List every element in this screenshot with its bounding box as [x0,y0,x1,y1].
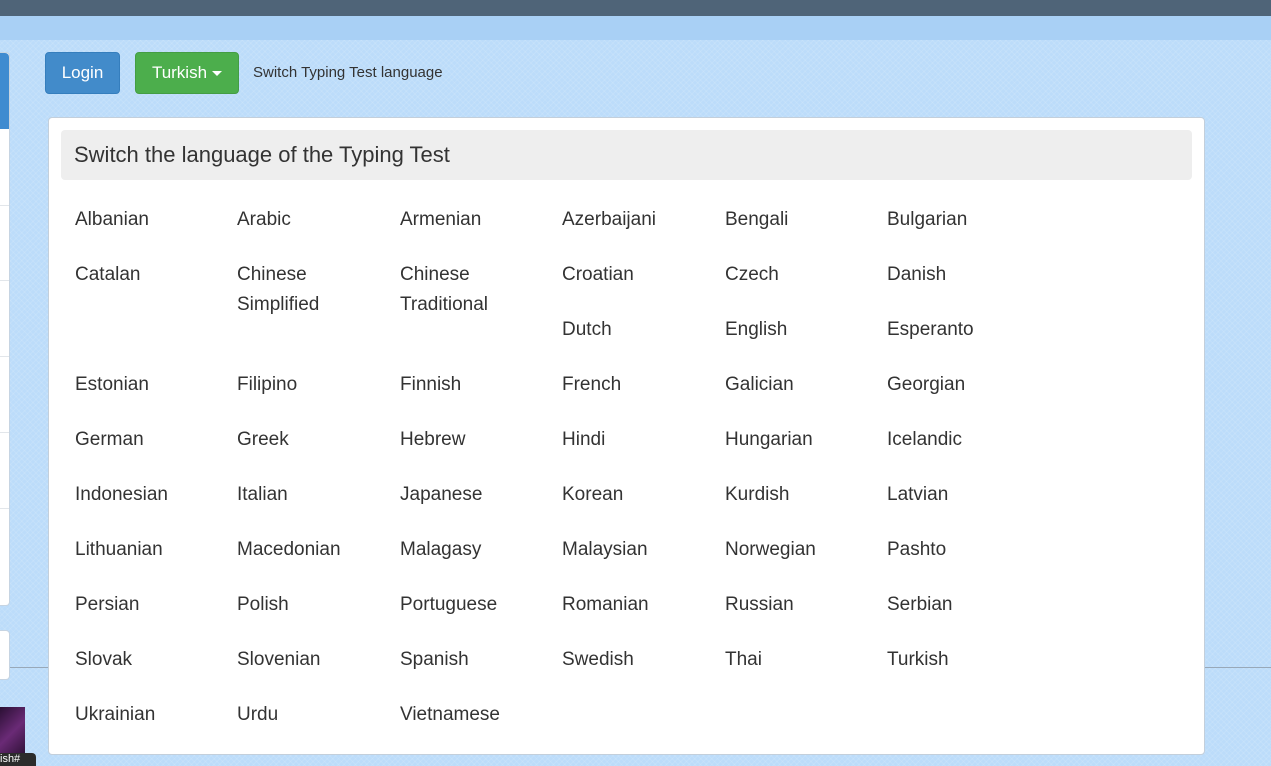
caret-down-icon [212,71,223,77]
language-link[interactable]: Macedonian [237,535,341,565]
language-link[interactable]: Galician [725,370,794,400]
language-link[interactable]: Malagasy [400,535,481,565]
language-link[interactable]: Norwegian [725,535,816,565]
top-bar [0,0,1271,16]
language-button-label: Turkish [151,63,208,82]
language-link[interactable]: Chinese Simplified [237,260,357,320]
language-link[interactable]: Slovenian [237,645,320,675]
language-link[interactable]: Italian [237,480,288,510]
language-link[interactable]: Urdu [237,700,278,730]
language-link[interactable]: Malaysian [562,535,648,565]
language-link[interactable]: German [75,425,144,455]
language-link[interactable]: Hungarian [725,425,813,455]
language-link[interactable]: Filipino [237,370,297,400]
avatar-tooltip: ish# [0,753,36,766]
language-link[interactable]: Georgian [887,370,965,400]
language-hint: Switch Typing Test language [253,64,443,81]
language-link[interactable]: Kurdish [725,480,789,510]
panel-title: Switch the language of the Typing Test [74,142,450,167]
side-menu-active-item[interactable] [0,53,9,129]
language-link[interactable]: Bengali [725,205,788,235]
language-link[interactable]: Azerbaijani [562,205,656,235]
language-link[interactable]: Korean [562,480,623,510]
language-link[interactable]: Turkish [887,645,949,675]
top-strip [0,16,1271,40]
language-link[interactable]: Serbian [887,590,953,620]
side-menu-divider [0,205,9,206]
language-link[interactable]: Latvian [887,480,948,510]
language-link[interactable]: Catalan [75,260,141,290]
language-link[interactable]: Dutch [562,315,612,345]
side-menu-divider [0,432,9,433]
language-link[interactable]: Japanese [400,480,482,510]
side-menu-divider [0,508,9,509]
language-link[interactable]: Estonian [75,370,149,400]
login-button[interactable]: Login [45,52,120,94]
login-button-label: Login [61,63,104,82]
language-link[interactable]: Spanish [400,645,469,675]
language-link[interactable]: Pashto [887,535,946,565]
language-link[interactable]: Danish [887,260,946,290]
language-link[interactable]: Swedish [562,645,634,675]
language-link[interactable]: Ukrainian [75,700,155,730]
language-link[interactable]: Portuguese [400,590,497,620]
language-link[interactable]: English [725,315,787,345]
language-link[interactable]: Hebrew [400,425,465,455]
language-link[interactable]: Bulgarian [887,205,967,235]
language-link[interactable]: Lithuanian [75,535,163,565]
language-link[interactable]: Vietnamese [400,700,500,730]
panel-heading: Switch the language of the Typing Test [61,130,1192,180]
language-link[interactable]: Armenian [400,205,481,235]
language-link[interactable]: Croatian [562,260,634,290]
language-panel: Switch the language of the Typing Test A… [48,117,1205,755]
language-link[interactable]: Thai [725,645,762,675]
language-link[interactable]: Hindi [562,425,605,455]
language-link[interactable]: French [562,370,621,400]
language-link[interactable]: Romanian [562,590,649,620]
language-link[interactable]: Russian [725,590,794,620]
language-link[interactable]: Albanian [75,205,149,235]
language-link[interactable]: Greek [237,425,289,455]
side-box [0,630,10,680]
side-menu-divider [0,356,9,357]
language-link[interactable]: Polish [237,590,289,620]
language-link[interactable]: Chinese Traditional [400,260,520,320]
side-menu[interactable] [0,52,10,606]
language-link[interactable]: Czech [725,260,779,290]
language-link[interactable]: Finnish [400,370,461,400]
side-menu-divider [0,280,9,281]
language-link[interactable]: Arabic [237,205,291,235]
language-link[interactable]: Indonesian [75,480,168,510]
language-link[interactable]: Persian [75,590,139,620]
language-link[interactable]: Esperanto [887,315,974,345]
language-dropdown-button[interactable]: Turkish [135,52,239,94]
language-link[interactable]: Icelandic [887,425,962,455]
language-link[interactable]: Slovak [75,645,132,675]
